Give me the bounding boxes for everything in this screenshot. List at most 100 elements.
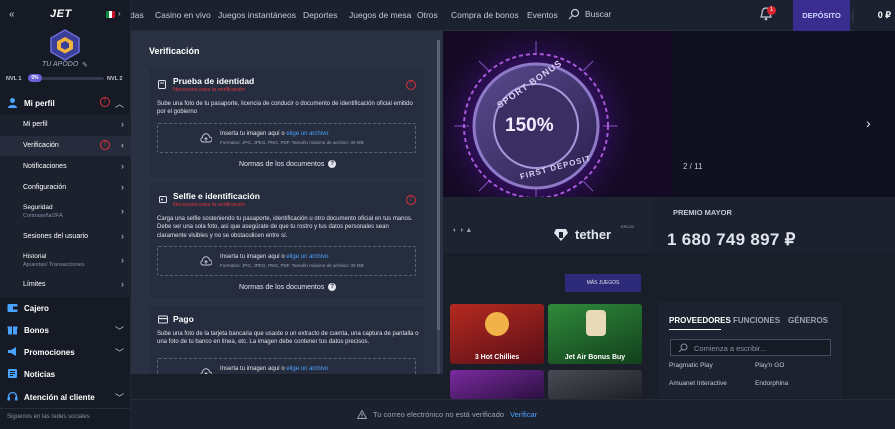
chevron-right-icon: › [121, 119, 124, 129]
nav-item-sports[interactable]: Deportes [303, 10, 338, 20]
tab-providers[interactable]: PROVEEDORES [669, 316, 731, 325]
sidebar-item-label: Verificación [23, 142, 59, 149]
search-icon [678, 343, 688, 353]
chevron-right-icon[interactable]: › [118, 9, 121, 18]
scrollbar-thumb[interactable] [437, 40, 440, 330]
sidebar-item-label: Promociones [24, 348, 75, 357]
sidebar-item-my-profile[interactable]: Mi perfil › [0, 115, 131, 135]
sidebar-item-label: Notificaciones [23, 163, 67, 170]
warning-triangle-icon [357, 410, 367, 419]
game-tile[interactable] [548, 370, 642, 399]
sidebar-item-label: Seguridad [23, 204, 53, 211]
chevron-down-icon: ﹀ [114, 326, 124, 336]
nav-item-events[interactable]: Eventos [527, 10, 558, 20]
sidebar-item-history[interactable]: Historial Apuestas/ Transacciones › [0, 248, 131, 274]
mexico-flag-icon[interactable] [106, 11, 115, 18]
chevron-right-icon: › [121, 231, 124, 241]
sidebar-item-cashier[interactable]: Cajero [0, 298, 131, 318]
sidebar-item-limits[interactable]: Límites › [0, 275, 131, 295]
logo[interactable]: JET [50, 8, 72, 20]
game-tile[interactable]: 3 Hot Chillies [450, 304, 544, 364]
sidebar-item-news[interactable]: Noticias [0, 364, 131, 384]
document-rules-link[interactable]: Normas de los documentos? [239, 160, 337, 168]
balance-value[interactable]: 0 ₽ [854, 0, 895, 31]
game-tile[interactable]: Jet Air Bonus Buy [548, 304, 642, 364]
jackpot-value: 1 680 749 897 ₽ [667, 230, 796, 249]
provider-search-input[interactable]: Comienza a escribir... [670, 339, 831, 356]
sidebar-item-sessions[interactable]: Sesiones del usuario › [0, 227, 131, 247]
sidebar-item-verification[interactable]: Verificación ! ‹ [0, 136, 131, 156]
verify-link[interactable]: Verificar [510, 410, 537, 419]
sidebar-header: « JET › [0, 0, 131, 31]
sidebar-item-label: Límites [23, 281, 46, 288]
warning-icon: ! [406, 195, 416, 205]
nav-item-bonus-buy[interactable]: Compra de bonos [451, 10, 519, 20]
edit-icon[interactable]: ✎ [82, 61, 88, 69]
nav-search-label: Buscar [585, 9, 612, 19]
game-art-icon [586, 310, 606, 336]
dropzone-formats: Formatos: JPG, JPEG, PNG, PDF. Tamaño má… [220, 263, 364, 268]
sidebar-item-label: Sesiones del usuario [23, 233, 88, 240]
sidebar-item-security[interactable]: Seguridad Contraseña/2FA › [0, 199, 131, 225]
upload-cloud-icon [200, 368, 212, 374]
verification-scrollbar[interactable] [437, 40, 440, 374]
sidebar-item-bonuses[interactable]: Bonos ﹀ [0, 320, 131, 340]
search-icon [568, 8, 580, 20]
sidebar-item-profile[interactable]: Mi perfil ! ︿ [0, 93, 131, 114]
game-tile[interactable] [450, 370, 544, 399]
nav-item-table-games[interactable]: Juegos de mesa [349, 10, 411, 20]
nav-item-slots[interactable]: das [130, 10, 144, 20]
casino-page: SPORT BONUS 150% FIRST DEPOSIT › 2 / 11 … [0, 0, 895, 429]
provider-item[interactable]: Amuanet Interactive [669, 380, 727, 387]
sidebar-item-notifications[interactable]: Notificaciones › [0, 157, 131, 177]
document-rules-link[interactable]: Normas de los documentos? [239, 283, 337, 291]
tab-genres[interactable]: GÉNEROS [788, 316, 828, 325]
provider-item[interactable]: Pragmatic Play [669, 362, 713, 369]
hero-banner[interactable]: SPORT BONUS 150% FIRST DEPOSIT [443, 31, 895, 197]
level-current: NVL 1 [6, 76, 22, 82]
card-title: Selfie e identificación [173, 191, 260, 201]
nav-item-instant-games[interactable]: Juegos instantáneos [218, 10, 296, 20]
deposit-button[interactable]: DEPÓSITO [793, 0, 850, 31]
sidebar-item-sublabel: Apuestas/ Transacciones [23, 262, 85, 268]
sidebar-item-settings[interactable]: Configuración › [0, 178, 131, 198]
card-required: Necesario para la verificación [173, 87, 246, 93]
chevron-down-icon: ﹀ [114, 393, 124, 403]
chevron-right-icon: › [121, 255, 124, 265]
level-next: NVL 2 [107, 76, 123, 82]
verify-message: Tu correo electrónico no está verificado [373, 410, 505, 419]
provider-item[interactable]: Play'n GO [755, 362, 784, 369]
file-dropzone[interactable]: Inserta tu imagen aquí o elige un archiv… [157, 358, 416, 374]
tether-logo: tether ERC20 [553, 224, 634, 242]
top-navigation: das Casino en vivo Juegos instantáneos D… [0, 0, 895, 31]
level-percent: 0% [28, 74, 42, 82]
provider-item[interactable]: Endorphina [755, 380, 788, 387]
file-dropzone[interactable]: Inserta tu imagen aquí o elige un archiv… [157, 123, 416, 153]
warning-icon: ! [100, 140, 110, 150]
id-card-icon [159, 196, 167, 203]
chevron-right-icon: › [121, 161, 124, 171]
nav-search[interactable]: Buscar [568, 8, 611, 20]
sidebar-item-label: Cajero [24, 304, 49, 313]
choose-file-link[interactable]: elige un archivo [286, 366, 328, 372]
collapse-icon[interactable]: « [9, 9, 15, 20]
dropzone-text: Inserta tu imagen aquí o [220, 366, 285, 372]
nav-item-others[interactable]: Otros [417, 10, 438, 20]
choose-file-link[interactable]: elige un archivo [286, 254, 328, 260]
verification-card-selfie: Selfie e identificación Necesario para l… [149, 183, 424, 298]
hero-next-icon[interactable]: › [866, 115, 871, 131]
more-games-button[interactable]: MÁS JUEGOS [565, 274, 641, 292]
email-verify-bar: Tu correo electrónico no está verificado… [131, 399, 895, 429]
choose-file-link[interactable]: elige un archivo [286, 131, 328, 137]
sidebar-item-support[interactable]: Atención al cliente ﹀ [0, 387, 131, 407]
sidebar-item-label: Atención al cliente [24, 393, 95, 402]
tether-icon [554, 228, 568, 241]
tab-underline [669, 329, 721, 330]
warning-icon: ! [406, 80, 416, 90]
sidebar-item-label: Historial [23, 253, 47, 260]
file-dropzone[interactable]: Inserta tu imagen aquí o elige un archiv… [157, 246, 416, 276]
sidebar-item-promotions[interactable]: Promociones ﹀ [0, 342, 131, 362]
nav-item-live-casino[interactable]: Casino en vivo [155, 10, 211, 20]
gift-icon [7, 326, 18, 335]
tab-features[interactable]: FUNCIONES [733, 316, 780, 325]
